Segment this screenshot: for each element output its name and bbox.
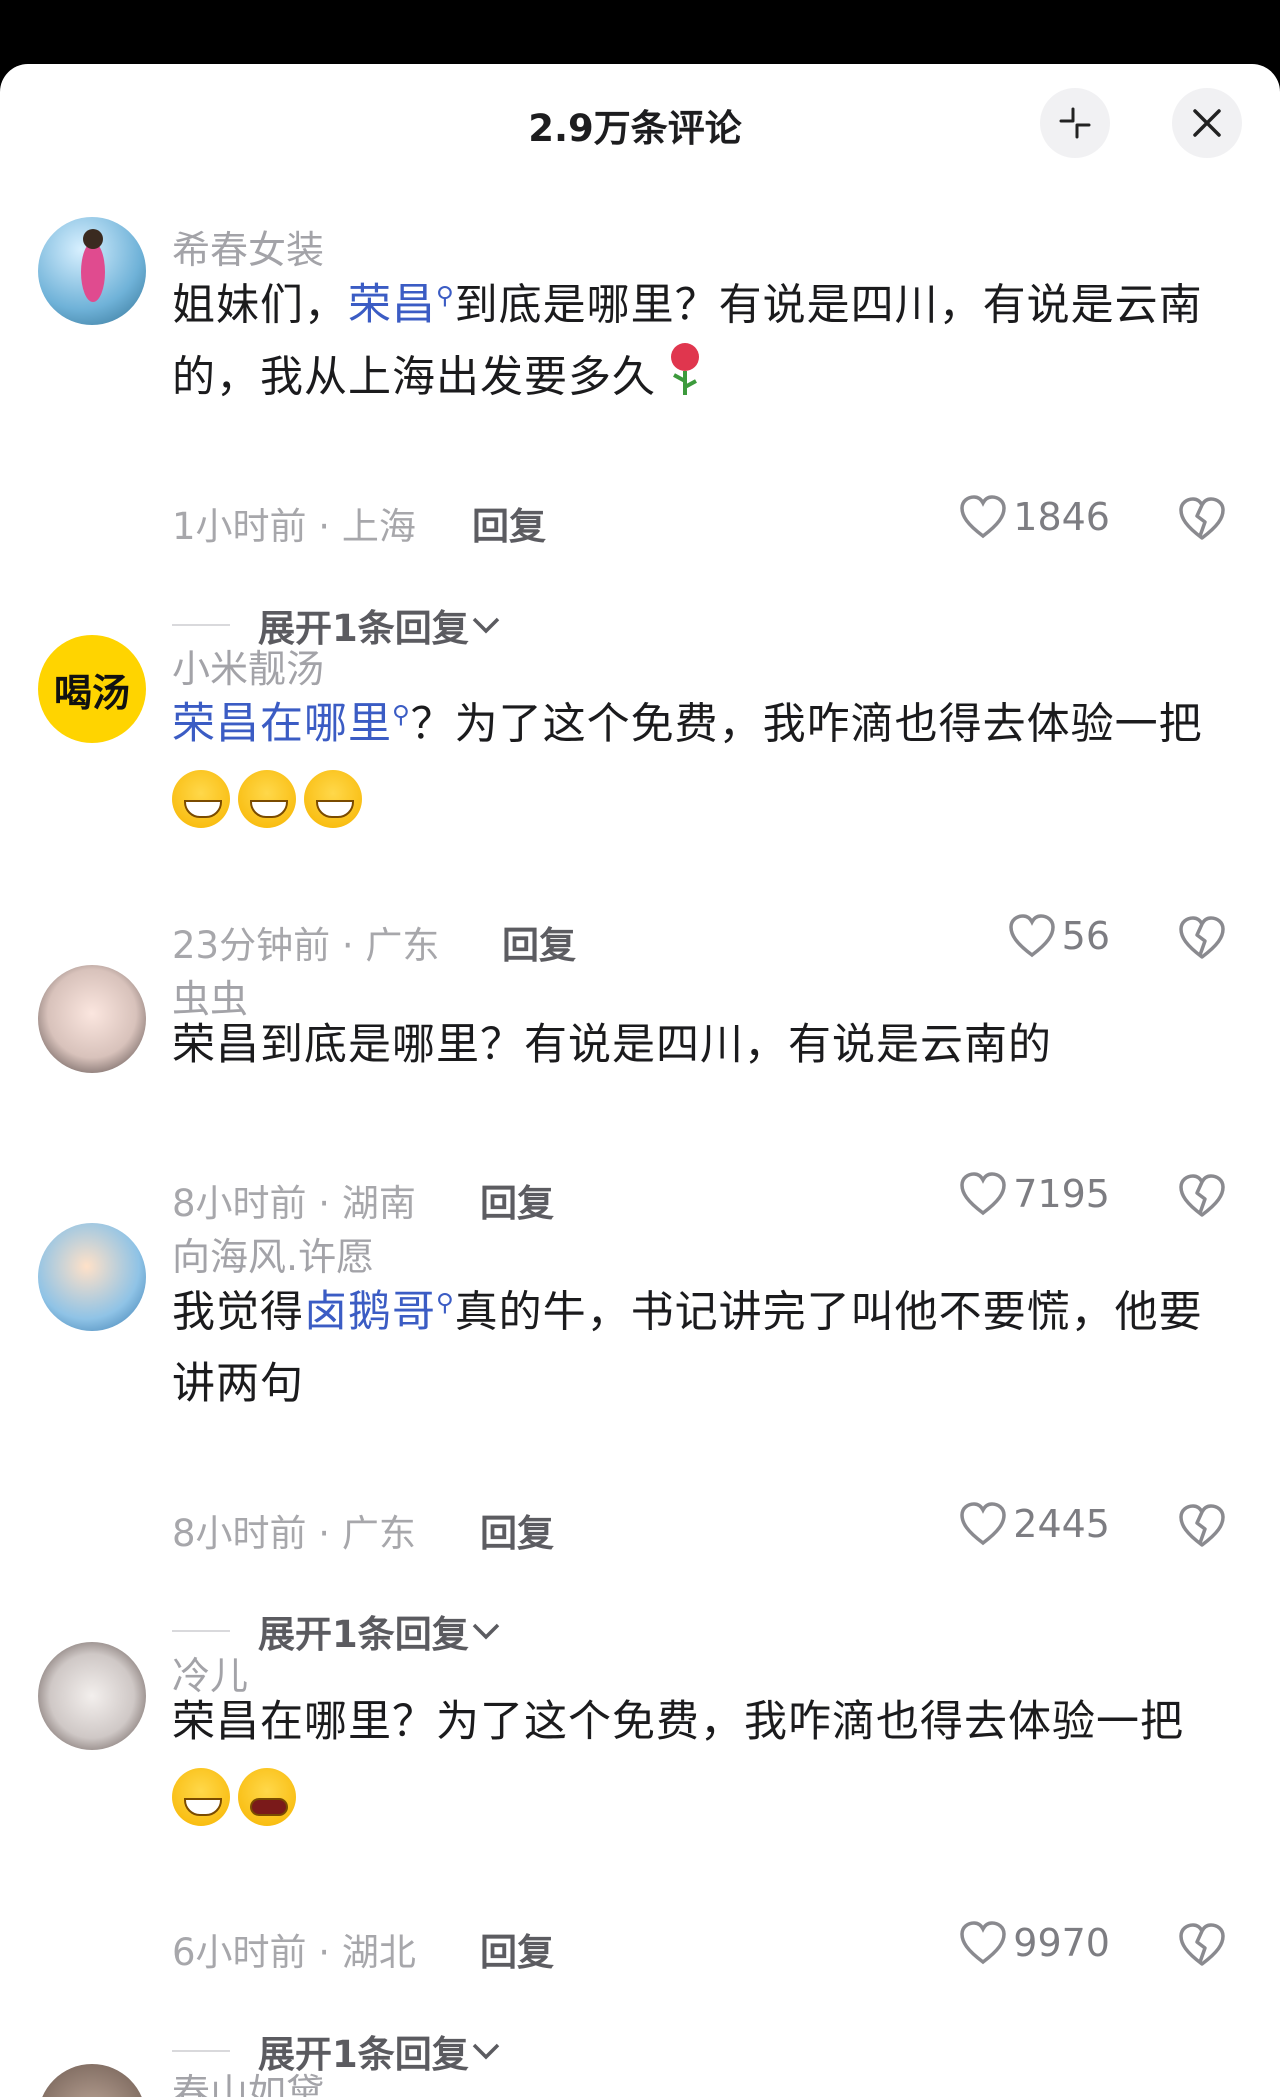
comment-text: 荣昌在哪里⚲？为了这个免费，我咋滴也得去体验一把	[172, 679, 1212, 832]
heart-icon	[960, 1921, 1007, 1965]
like-count: 56	[1061, 914, 1110, 958]
collapse-icon	[1059, 107, 1091, 139]
like-button[interactable]: 1846	[959, 494, 1110, 540]
comment-text: 我觉得卤鹅哥⚲真的牛，书记讲完了叫他不要慌，他要讲两句	[172, 1267, 1212, 1420]
like-button[interactable]: 9970	[959, 1920, 1110, 1966]
heart-icon	[960, 1502, 1007, 1546]
topic-tag-link[interactable]: 卤鹅哥⚲	[304, 1287, 455, 1337]
grin-emoji	[172, 1767, 230, 1826]
dislike-icon[interactable]	[1178, 1503, 1226, 1551]
divider	[172, 624, 230, 626]
comment-text-part: 我觉得	[172, 1287, 304, 1338]
dislike-icon[interactable]	[1178, 1173, 1226, 1221]
like-button[interactable]: 2445	[959, 1501, 1110, 1547]
like-button[interactable]: 7195	[959, 1171, 1110, 1217]
like-button[interactable]: 56	[1008, 913, 1110, 959]
comment-time-location: 6小时前 · 湖北	[172, 1931, 416, 1974]
comment-text-part: 姐妹们，	[172, 280, 348, 331]
topic-tag-link[interactable]: 荣昌⚲	[348, 280, 455, 330]
reply-button[interactable]: 回复	[472, 496, 546, 550]
comment-text-part: ？为了这个免费，我咋滴也得去体验一把	[410, 699, 1203, 750]
reply-button[interactable]: 回复	[480, 1503, 554, 1557]
chevron-down-icon	[472, 617, 499, 634]
comment-time-location: 23分钟前 · 广东	[172, 924, 440, 967]
search-icon: ⚲	[436, 1289, 455, 1317]
chevron-down-icon	[472, 1623, 499, 1640]
heart-icon	[960, 1172, 1007, 1216]
grin-emoji	[238, 769, 296, 828]
dislike-icon[interactable]	[1178, 1922, 1226, 1970]
comments-header: 2.9万条评论	[0, 64, 1280, 184]
avatar[interactable]	[38, 217, 146, 325]
divider	[172, 1630, 230, 1632]
avatar[interactable]	[38, 1223, 146, 1331]
avatar[interactable]	[38, 1642, 146, 1750]
search-icon: ⚲	[436, 282, 455, 310]
grin-emoji	[304, 769, 362, 828]
avatar[interactable]	[38, 965, 146, 1073]
heart-icon	[1008, 914, 1055, 958]
heart-icon	[960, 495, 1007, 539]
like-count: 1846	[1013, 495, 1110, 539]
laugh-cry-emoji	[238, 1767, 296, 1826]
comments-sheet: 2.9万条评论 希春女装 姐妹们，荣昌⚲到底是哪里？有说是四川，有说是云南的，我…	[0, 64, 1280, 2097]
comment-time-location: 1小时前 · 上海	[172, 505, 416, 548]
comment-time-location: 8小时前 · 湖南	[172, 1182, 416, 1225]
comment-text-part: 荣昌在哪里？为了这个免费，我咋滴也得去体验一把	[172, 1697, 1184, 1747]
topic-tag-link[interactable]: 荣昌在哪里⚲	[172, 699, 411, 749]
chevron-down-icon	[472, 2043, 499, 2060]
close-button[interactable]	[1172, 88, 1242, 158]
collapse-button[interactable]	[1040, 88, 1110, 158]
divider	[172, 2050, 230, 2052]
comment-text: 荣昌到底是哪里？有说是四川，有说是云南的	[172, 1020, 1052, 1070]
like-count: 2445	[1013, 1502, 1110, 1546]
avatar[interactable]: 喝汤	[38, 635, 146, 743]
dislike-icon[interactable]	[1178, 915, 1226, 963]
close-icon	[1193, 109, 1221, 137]
rose-emoji	[664, 341, 706, 419]
like-count: 7195	[1013, 1172, 1110, 1216]
reply-button[interactable]: 回复	[480, 1922, 554, 1976]
expand-replies-label: 展开1条回复	[258, 1613, 469, 1656]
dislike-icon[interactable]	[1178, 496, 1226, 544]
avatar[interactable]	[38, 2064, 146, 2097]
like-count: 9970	[1013, 1921, 1110, 1965]
comment-text: 姐妹们，荣昌⚲到底是哪里？有说是四川，有说是云南的，我从上海出发要多久	[172, 260, 1212, 419]
reply-button[interactable]: 回复	[502, 915, 576, 969]
reply-button[interactable]: 回复	[480, 1173, 554, 1227]
grin-emoji	[172, 769, 230, 828]
comment-text: 荣昌在哪里？为了这个免费，我咋滴也得去体验一把	[172, 1686, 1212, 1830]
search-icon: ⚲	[392, 701, 411, 729]
comment-author[interactable]: 春山如黛	[172, 2062, 324, 2097]
comment-time-location: 8小时前 · 广东	[172, 1512, 416, 1555]
